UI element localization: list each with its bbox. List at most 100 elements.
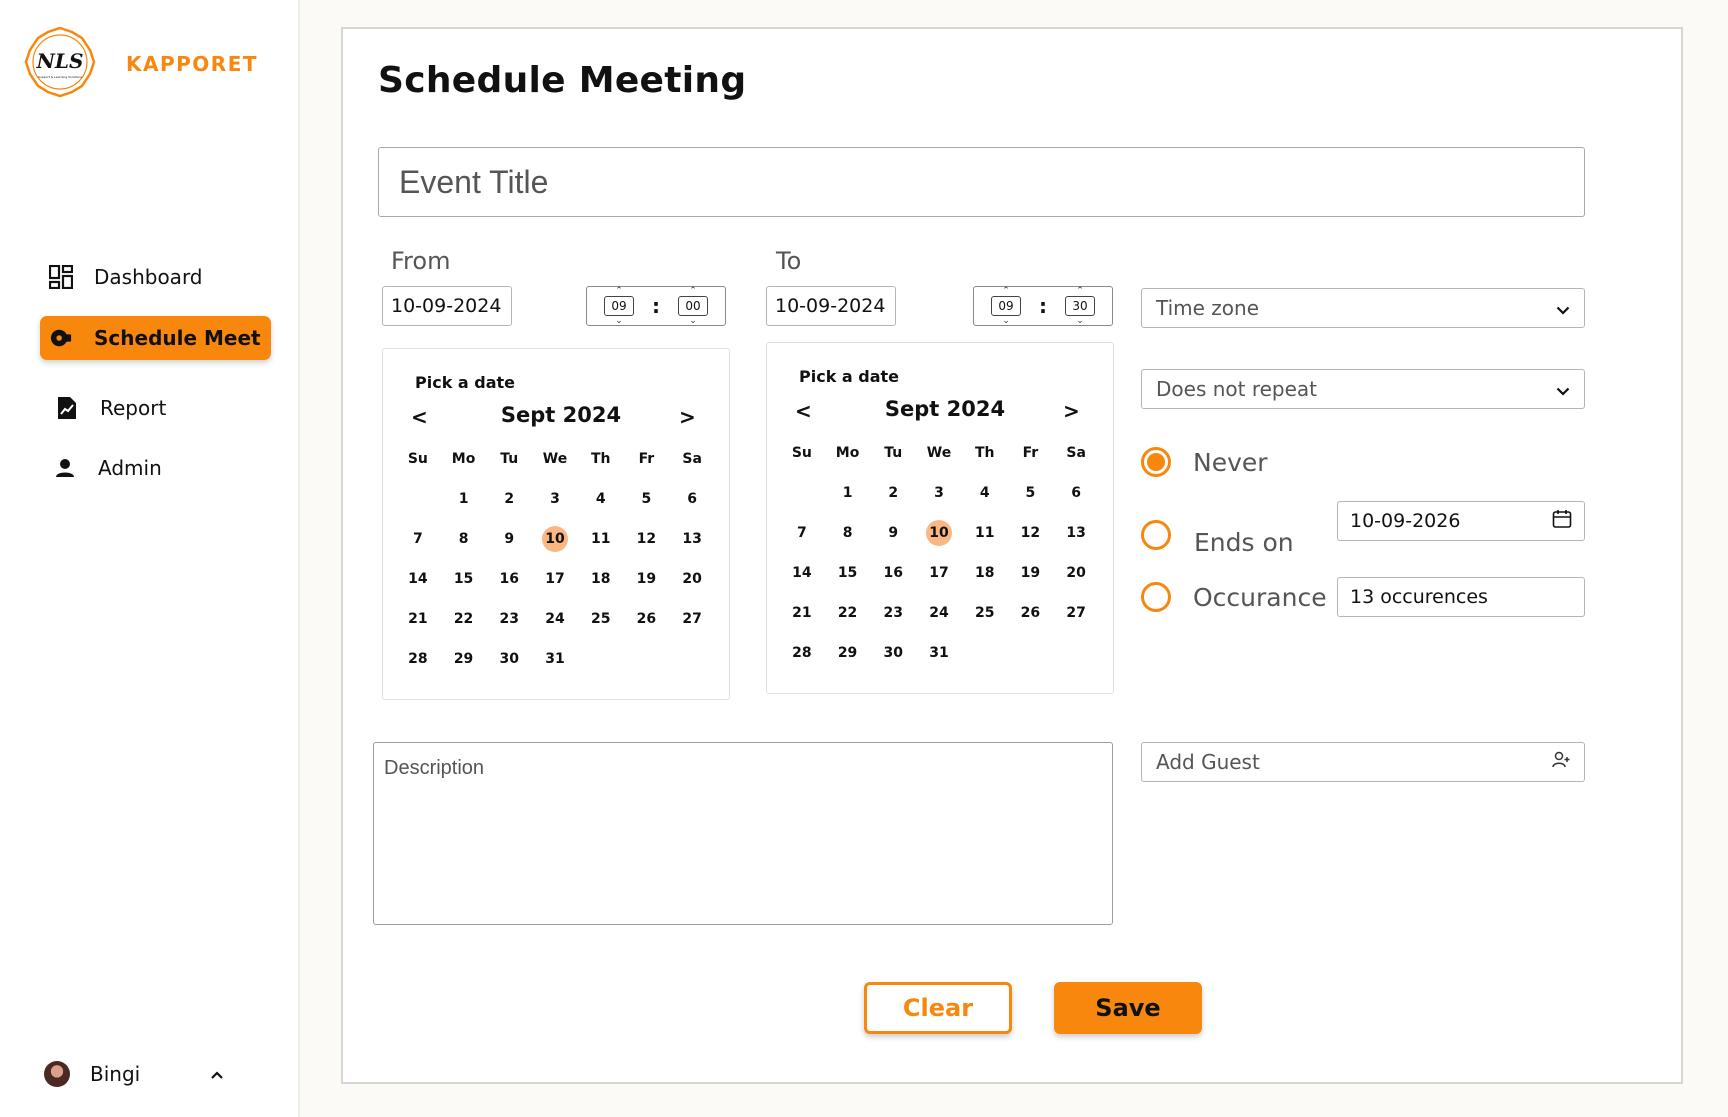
from-day-cell[interactable]: 30 [486, 639, 532, 679]
to-day-cell[interactable]: 3 [916, 473, 962, 513]
from-day-cell[interactable]: 3 [532, 479, 578, 519]
from-day-cell[interactable]: 19 [624, 559, 670, 599]
sidebar-item-schedule-meet[interactable]: Schedule Meet [40, 316, 271, 360]
to-day-cell[interactable]: 1 [825, 473, 871, 513]
from-day-cell[interactable]: 5 [624, 479, 670, 519]
from-day-cell[interactable]: 2 [486, 479, 532, 519]
to-day-cell[interactable]: 6 [1053, 473, 1099, 513]
description-input[interactable] [373, 742, 1113, 925]
to-day-cell[interactable]: 11 [962, 513, 1008, 553]
next-month-button[interactable]: > [679, 405, 696, 429]
to-day-cell[interactable]: 18 [962, 553, 1008, 593]
from-day-cell[interactable]: 12 [624, 519, 670, 559]
from-day-cell[interactable]: 27 [669, 599, 715, 639]
to-day-cell[interactable]: 27 [1053, 593, 1099, 633]
clear-button[interactable]: Clear [864, 982, 1012, 1034]
sidebar-item-admin[interactable]: Admin [40, 446, 271, 490]
to-day-cell[interactable]: 2 [870, 473, 916, 513]
save-button[interactable]: Save [1054, 982, 1202, 1034]
from-time-picker[interactable]: ⌃ 09 ⌄ : ⌃ 00 ⌄ [586, 286, 726, 326]
chevron-up-icon[interactable]: ⌃ [689, 287, 697, 296]
radio-ends-on[interactable] [1141, 519, 1171, 550]
from-day-cell[interactable]: 15 [441, 559, 487, 599]
occurrence-input[interactable]: 13 occurences [1337, 577, 1585, 617]
to-day-cell[interactable]: 30 [870, 633, 916, 673]
from-day-cell[interactable]: 17 [532, 559, 578, 599]
chevron-down-icon[interactable]: ⌄ [615, 317, 623, 326]
from-day-cell[interactable]: 8 [441, 519, 487, 559]
from-day-cell[interactable]: 13 [669, 519, 715, 559]
to-minute-stepper[interactable]: ⌃ 30 ⌄ [1065, 287, 1095, 326]
from-day-cell[interactable]: 7 [395, 519, 441, 559]
to-day-cell[interactable]: 15 [825, 553, 871, 593]
repeat-select[interactable]: Does not repeat [1141, 369, 1585, 409]
next-month-button[interactable]: > [1063, 399, 1080, 423]
to-day-cell[interactable]: 16 [870, 553, 916, 593]
from-day-cell[interactable]: 16 [486, 559, 532, 599]
from-day-cell[interactable]: 11 [578, 519, 624, 559]
chevron-up-icon[interactable]: ⌃ [1002, 287, 1010, 296]
end-on-date-option[interactable]: Ends on [1141, 512, 1294, 557]
event-title-input[interactable] [378, 147, 1585, 217]
to-day-cell[interactable]: 5 [1008, 473, 1054, 513]
add-person-icon[interactable] [1552, 750, 1570, 774]
add-guest-input[interactable]: Add Guest [1141, 742, 1585, 782]
from-day-cell[interactable]: 10 [532, 519, 578, 559]
from-hour-stepper[interactable]: ⌃ 09 ⌄ [604, 287, 634, 326]
to-day-cell[interactable]: 13 [1053, 513, 1099, 553]
to-day-cell[interactable]: 19 [1008, 553, 1054, 593]
to-day-cell[interactable]: 22 [825, 593, 871, 633]
timezone-select[interactable]: Time zone [1141, 288, 1585, 328]
chevron-down-icon[interactable]: ⌄ [1076, 317, 1084, 326]
sidebar-item-report[interactable]: Report [40, 386, 271, 430]
from-day-cell[interactable]: 28 [395, 639, 441, 679]
from-day-cell[interactable]: 18 [578, 559, 624, 599]
to-day-cell[interactable]: 25 [962, 593, 1008, 633]
to-day-cell[interactable]: 9 [870, 513, 916, 553]
to-day-cell[interactable]: 4 [962, 473, 1008, 513]
chevron-up-icon[interactable]: ⌃ [1076, 287, 1084, 296]
to-day-cell[interactable]: 26 [1008, 593, 1054, 633]
to-day-cell[interactable]: 7 [779, 513, 825, 553]
to-time-picker[interactable]: ⌃ 09 ⌄ : ⌃ 30 ⌄ [973, 286, 1113, 326]
to-day-cell[interactable]: 23 [870, 593, 916, 633]
from-day-cell[interactable]: 4 [578, 479, 624, 519]
from-day-cell[interactable]: 14 [395, 559, 441, 599]
to-hour-stepper[interactable]: ⌃ 09 ⌄ [991, 287, 1021, 326]
to-date-input[interactable]: 10-09-2024 [766, 286, 896, 326]
from-day-cell[interactable]: 21 [395, 599, 441, 639]
from-minute-stepper[interactable]: ⌃ 00 ⌄ [678, 287, 708, 326]
ends-on-date-input[interactable]: 10-09-2026 [1337, 501, 1585, 541]
radio-never[interactable] [1141, 447, 1171, 477]
calendar-icon[interactable] [1552, 509, 1572, 534]
from-day-cell[interactable]: 6 [669, 479, 715, 519]
to-day-cell[interactable]: 12 [1008, 513, 1054, 553]
to-day-cell[interactable]: 10 [916, 513, 962, 553]
from-day-cell[interactable]: 25 [578, 599, 624, 639]
from-day-cell[interactable]: 29 [441, 639, 487, 679]
end-never-option[interactable]: Never [1141, 447, 1268, 477]
to-day-cell[interactable]: 28 [779, 633, 825, 673]
chevron-down-icon[interactable]: ⌄ [689, 317, 697, 326]
from-day-cell[interactable]: 24 [532, 599, 578, 639]
end-after-occurrence-option[interactable]: Occurance [1141, 582, 1327, 612]
from-day-cell[interactable]: 20 [669, 559, 715, 599]
user-menu[interactable]: Bingi [44, 1061, 224, 1087]
from-day-cell[interactable]: 31 [532, 639, 578, 679]
sidebar-item-dashboard[interactable]: Dashboard [40, 255, 271, 299]
radio-occurrence[interactable] [1141, 582, 1171, 612]
to-day-cell[interactable]: 8 [825, 513, 871, 553]
to-day-cell[interactable]: 31 [916, 633, 962, 673]
to-day-cell[interactable]: 24 [916, 593, 962, 633]
to-day-cell[interactable]: 20 [1053, 553, 1099, 593]
chevron-up-icon[interactable] [210, 1064, 224, 1085]
from-day-cell[interactable]: 1 [441, 479, 487, 519]
from-day-cell[interactable]: 23 [486, 599, 532, 639]
to-day-cell[interactable]: 17 [916, 553, 962, 593]
chevron-up-icon[interactable]: ⌃ [615, 287, 623, 296]
to-day-cell[interactable]: 29 [825, 633, 871, 673]
to-day-cell[interactable]: 14 [779, 553, 825, 593]
from-day-cell[interactable]: 22 [441, 599, 487, 639]
chevron-down-icon[interactable]: ⌄ [1002, 317, 1010, 326]
from-day-cell[interactable]: 26 [624, 599, 670, 639]
